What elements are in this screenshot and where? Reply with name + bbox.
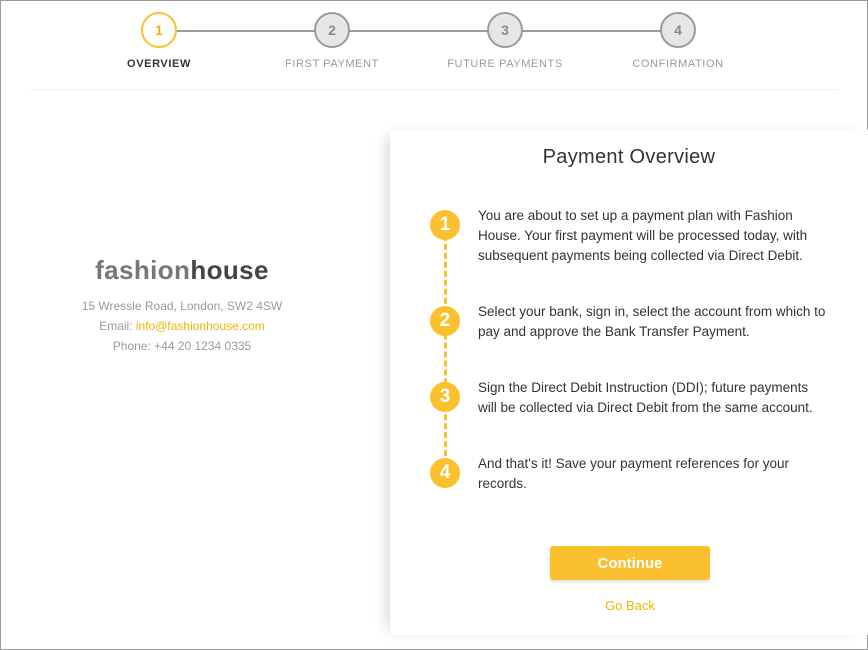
step-label: OVERVIEW [127,58,191,70]
step-label: FIRST PAYMENT [285,58,379,70]
step-badge: 2 [430,306,460,336]
merchant-address: 15 Wressle Road, London, SW2 4SW [81,299,283,313]
step-number-circle: 2 [314,12,350,48]
step-badge: 4 [430,458,460,488]
payment-overview-panel: Payment Overview 1 You are about to set … [390,130,868,635]
timeline-dashed-line [444,226,447,474]
go-back-link[interactable]: Go Back [580,598,680,613]
step-description: Select your bank, sign in, select the ac… [478,304,826,339]
step-overview[interactable]: 1 OVERVIEW [69,12,249,70]
step-badge: 3 [430,382,460,412]
panel-title: Payment Overview [542,146,716,168]
email-label: Email: [99,319,133,333]
step-number-circle: 4 [660,12,696,48]
step-description: You are about to set up a payment plan w… [478,208,808,263]
progress-stepper: 1 OVERVIEW 2 FIRST PAYMENT 3 FUTURE PAYM… [0,0,868,90]
step-future-payments[interactable]: 3 FUTURE PAYMENTS [415,12,595,70]
step-confirmation[interactable]: 4 CONFIRMATION [588,12,768,70]
step-number-circle: 3 [487,12,523,48]
step-first-payment[interactable]: 2 FIRST PAYMENT [242,12,422,70]
merchant-info: fashionhouse 15 Wressle Road, London, SW… [18,255,346,356]
step-number-circle: 1 [141,12,177,48]
step-description: And that's it! Save your payment referen… [478,456,789,491]
logo-part-fashion: fashion [95,255,191,285]
merchant-contact: 15 Wressle Road, London, SW2 4SW Email: … [18,296,346,356]
step-badge: 1 [430,210,460,240]
step-label: CONFIRMATION [632,58,724,70]
step-description: Sign the Direct Debit Instruction (DDI);… [478,380,813,415]
step-label: FUTURE PAYMENTS [447,58,563,70]
continue-button[interactable]: Continue [550,546,710,580]
header-divider [30,89,838,90]
merchant-email-row: Email: info@fashionhouse.com [18,316,346,336]
logo-part-house: house [190,255,269,285]
email-link[interactable]: info@fashionhouse.com [136,319,265,333]
merchant-logo: fashionhouse [18,255,346,286]
merchant-phone: Phone: +44 20 1234 0335 [112,339,252,353]
